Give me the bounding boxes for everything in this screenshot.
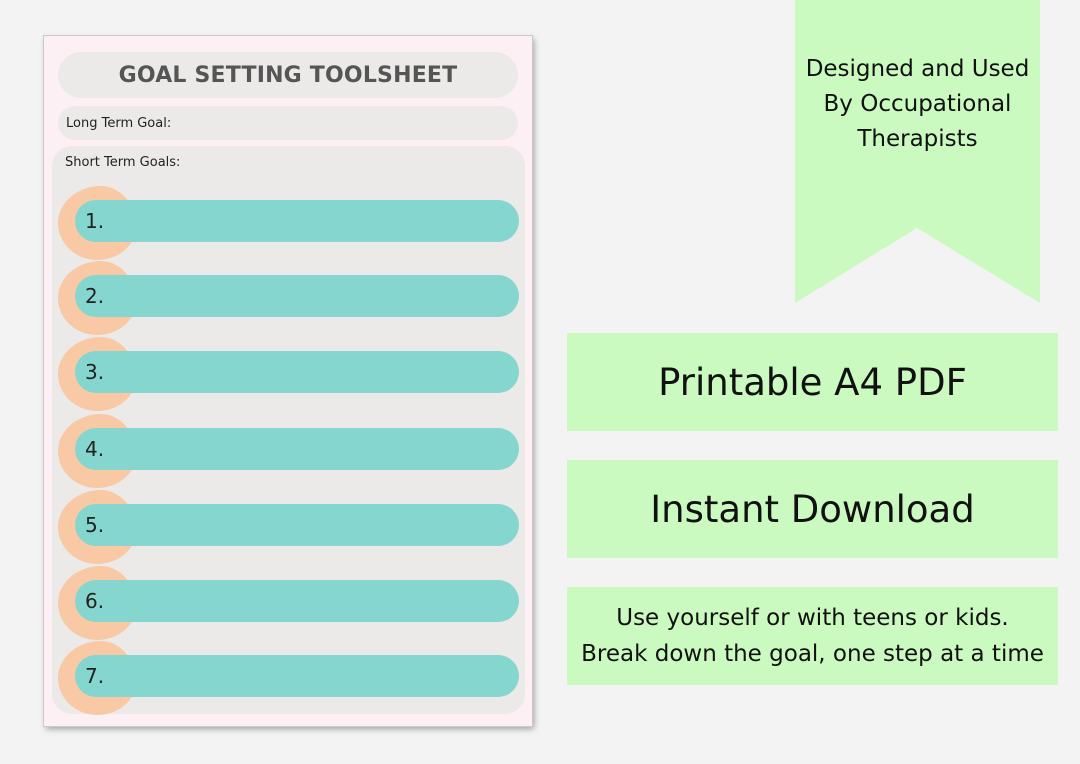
ribbon-line: By Occupational	[823, 91, 1012, 117]
usage-line: Use yourself or with teens or kids.	[616, 605, 1009, 631]
goal-worksheet-preview: GOAL SETTING TOOLSHEET Long Term Goal: S…	[44, 36, 532, 726]
goal-number: 3.	[85, 360, 105, 384]
ribbon-line: Designed and Used	[805, 56, 1030, 82]
goal-row: 4.	[52, 414, 525, 498]
usage-panel: Use yourself or with teens or kids. Brea…	[567, 587, 1058, 685]
goal-number: 7.	[85, 664, 105, 688]
long-term-goal-field: Long Term Goal:	[58, 106, 518, 140]
goal-bar: 4.	[75, 428, 519, 470]
goal-row: 5.	[52, 490, 525, 574]
goal-bar: 7.	[75, 655, 519, 697]
long-term-goal-label: Long Term Goal:	[66, 115, 172, 131]
goal-row: 1.	[52, 186, 525, 270]
goal-number: 1.	[85, 209, 105, 233]
short-term-goals-section: Short Term Goals: 1. 2. 3. 4. 5. 6. 7.	[52, 146, 525, 715]
goal-row: 3.	[52, 337, 525, 421]
goal-bar: 3.	[75, 351, 519, 393]
ribbon-text: Designed and Used By Occupational Therap…	[795, 52, 1040, 157]
format-panel: Printable A4 PDF	[567, 333, 1058, 431]
goal-bar: 6.	[75, 580, 519, 622]
worksheet-title: GOAL SETTING TOOLSHEET	[58, 52, 518, 98]
goal-bar: 2.	[75, 275, 519, 317]
goal-row: 7.	[52, 641, 525, 725]
short-term-goals-label: Short Term Goals:	[65, 155, 181, 170]
goal-number: 6.	[85, 589, 105, 613]
usage-line: Break down the goal, one step at a time	[581, 641, 1044, 667]
download-panel: Instant Download	[567, 460, 1058, 558]
goal-bar: 5.	[75, 504, 519, 546]
ribbon-line: Therapists	[857, 126, 978, 152]
goal-row: 2.	[52, 261, 525, 345]
goal-row: 6.	[52, 566, 525, 650]
format-text: Printable A4 PDF	[658, 360, 967, 404]
goal-number: 2.	[85, 284, 105, 308]
goal-number: 5.	[85, 513, 105, 537]
goal-number: 4.	[85, 437, 105, 461]
goal-bar: 1.	[75, 200, 519, 242]
download-text: Instant Download	[650, 487, 975, 531]
